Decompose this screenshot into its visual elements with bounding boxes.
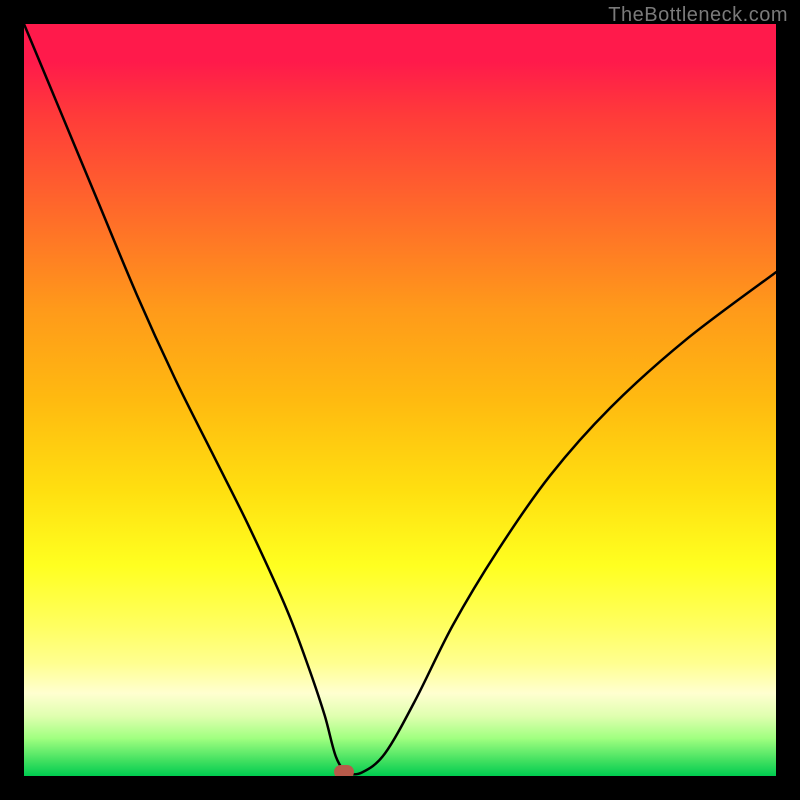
chart-frame: TheBottleneck.com [0, 0, 800, 800]
plot-area [24, 24, 776, 776]
bottleneck-curve [24, 24, 776, 776]
optimum-marker [334, 765, 354, 776]
watermark-text: TheBottleneck.com [608, 4, 788, 27]
